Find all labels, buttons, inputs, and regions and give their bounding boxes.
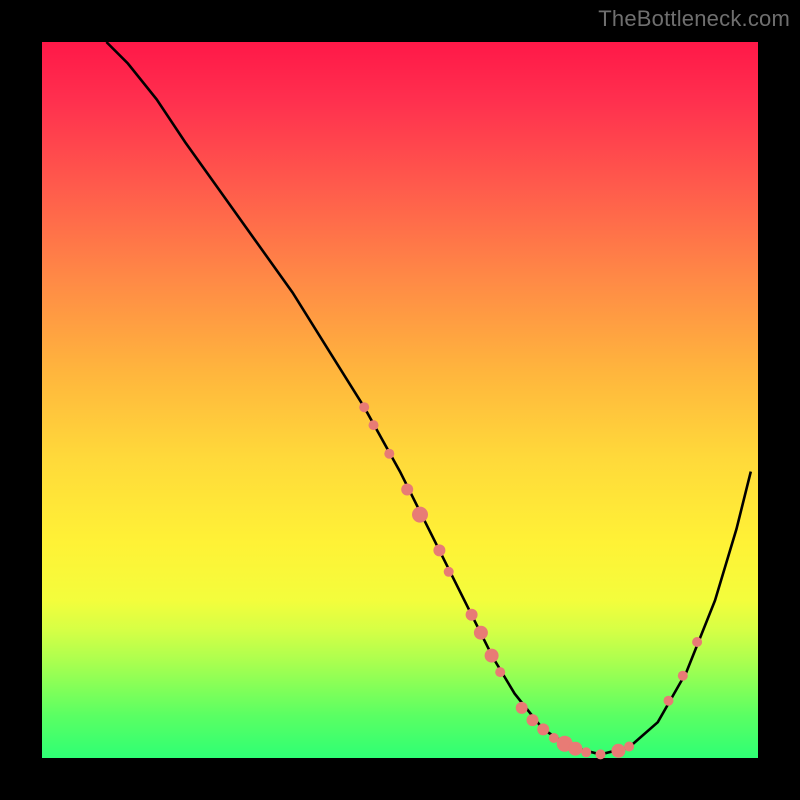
data-marker <box>359 402 369 412</box>
data-marker <box>495 667 505 677</box>
data-marker <box>611 744 625 758</box>
watermark-text: TheBottleneck.com <box>598 6 790 32</box>
chart-frame: TheBottleneck.com <box>0 0 800 800</box>
data-marker <box>664 696 674 706</box>
data-marker <box>412 507 428 523</box>
data-marker <box>596 749 606 759</box>
data-marker <box>485 649 499 663</box>
data-marker <box>537 723 549 735</box>
data-marker <box>474 626 488 640</box>
data-marker <box>369 420 379 430</box>
data-marker <box>444 567 454 577</box>
data-marker <box>384 449 394 459</box>
data-marker <box>692 637 702 647</box>
data-marker <box>433 544 445 556</box>
bottleneck-chart <box>42 42 758 758</box>
data-marker <box>581 747 591 757</box>
data-marker <box>466 609 478 621</box>
data-marker <box>516 702 528 714</box>
data-marker <box>624 742 634 752</box>
data-marker <box>527 714 539 726</box>
curve-line <box>106 42 750 754</box>
data-markers <box>359 402 702 759</box>
data-marker <box>401 484 413 496</box>
data-marker <box>678 671 688 681</box>
data-marker <box>568 742 582 756</box>
